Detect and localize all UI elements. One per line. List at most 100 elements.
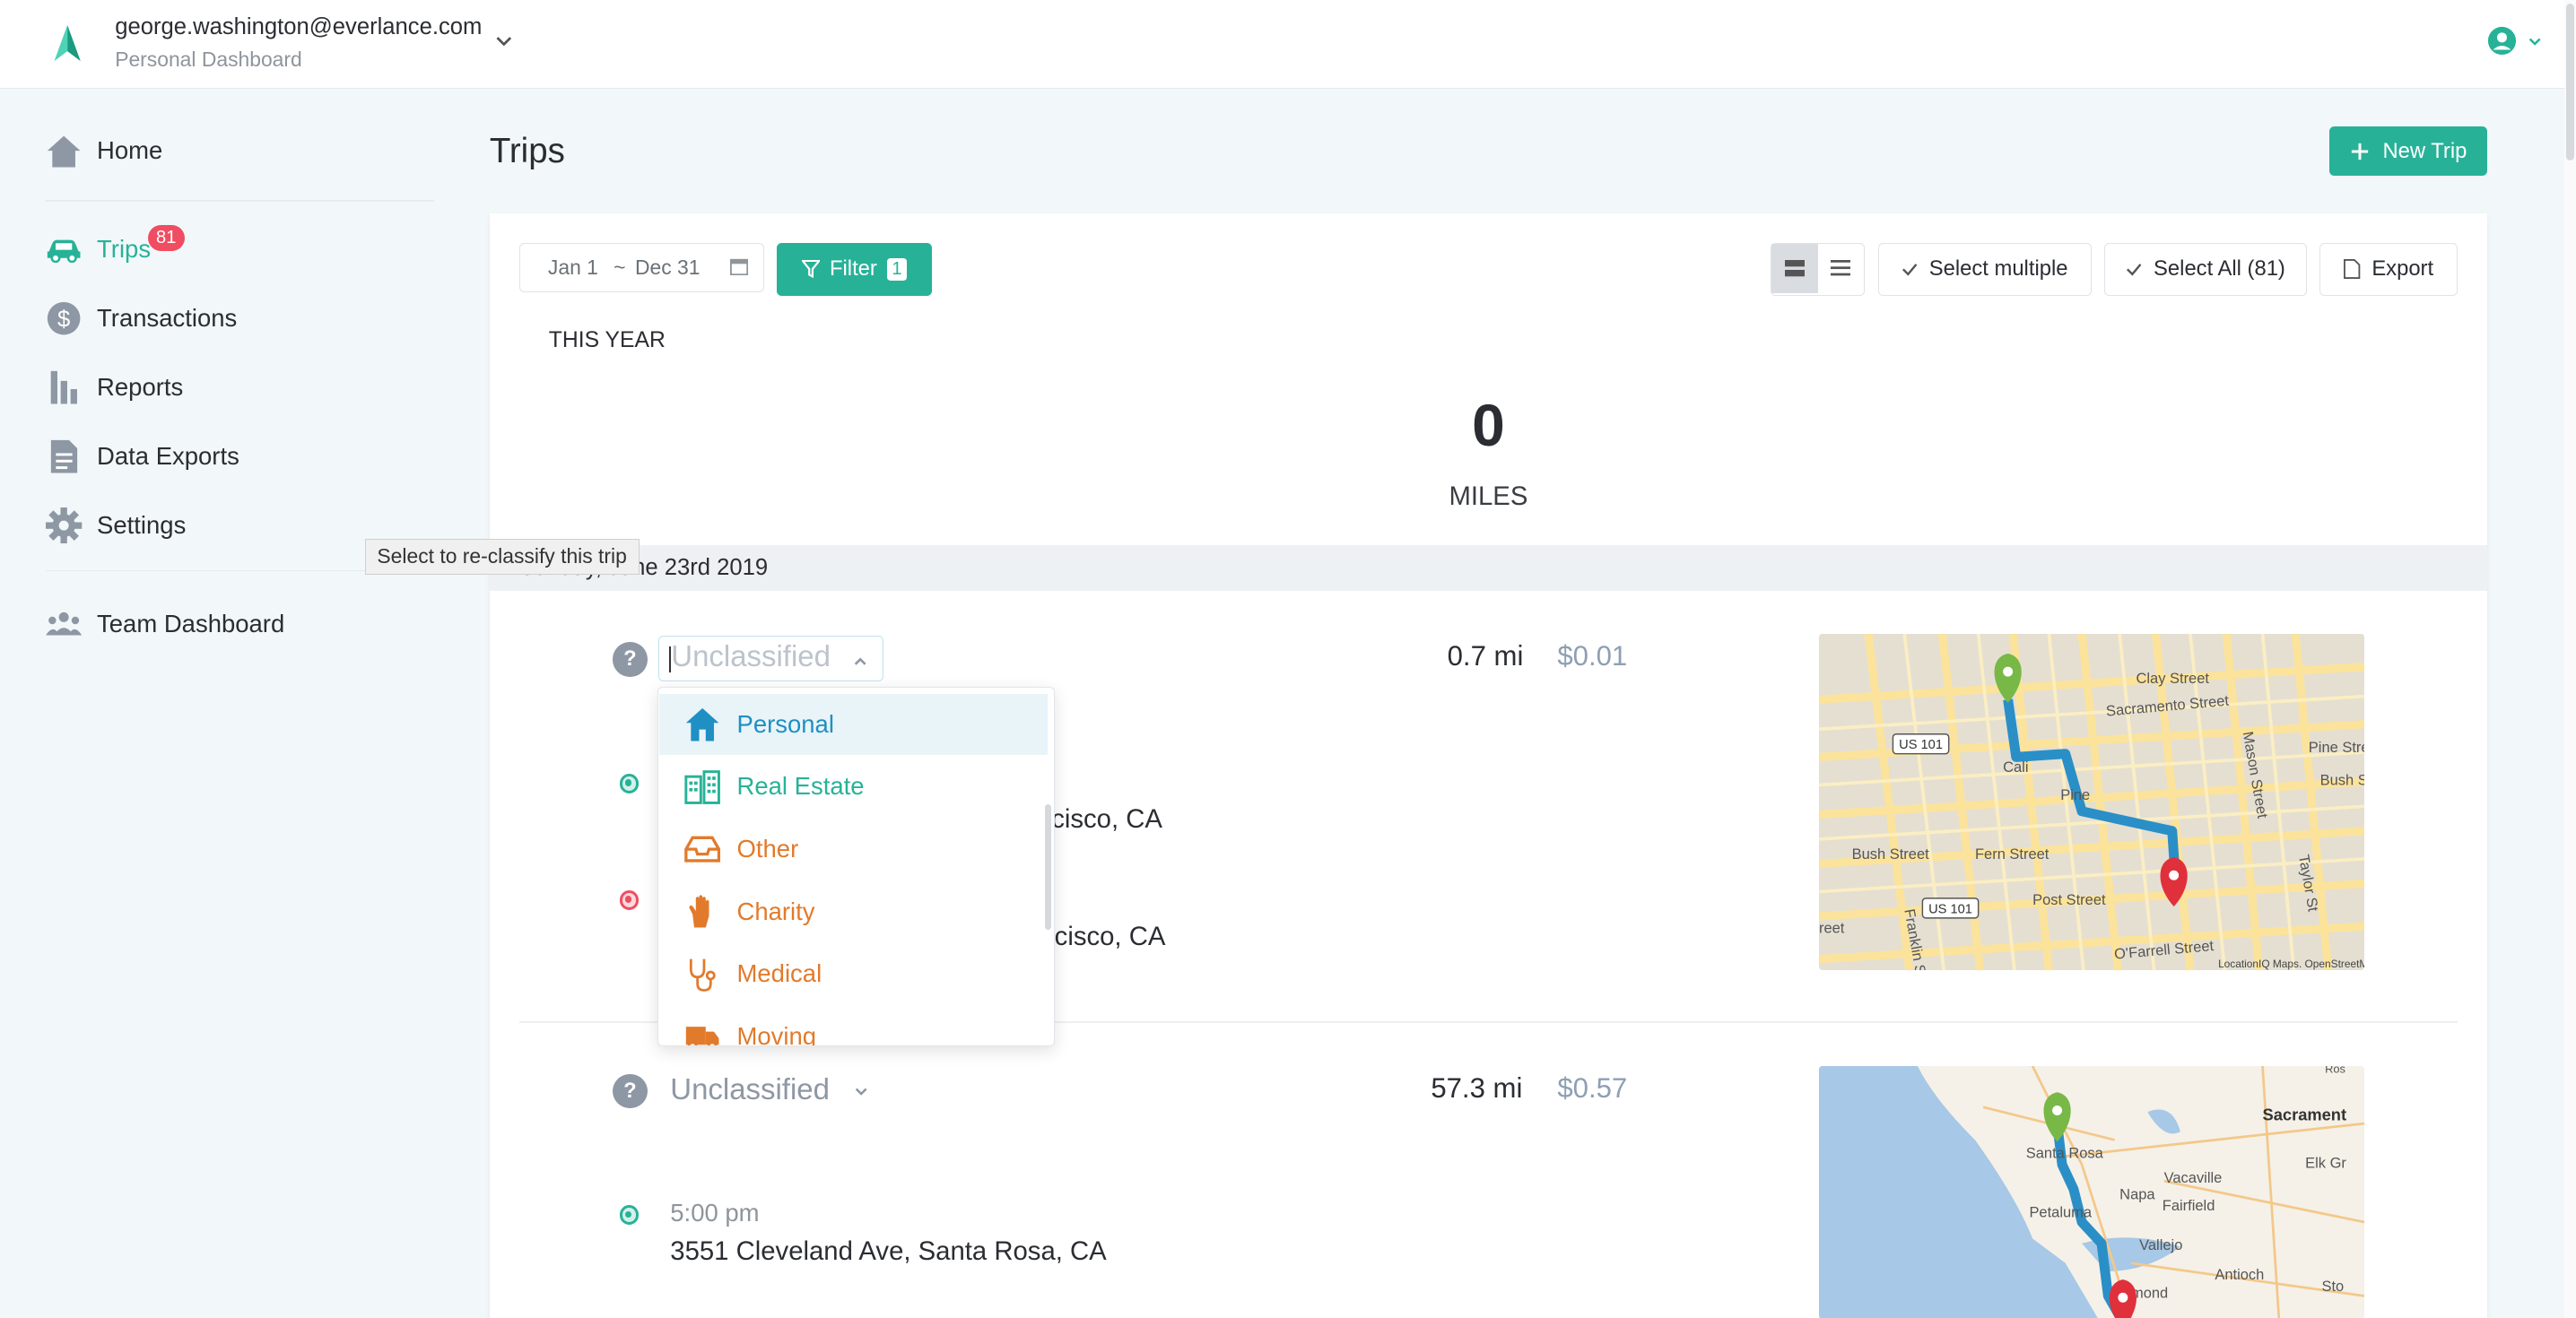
- option-other[interactable]: Other: [659, 819, 1047, 880]
- map-label: Clay Street: [2136, 671, 2209, 687]
- map-label: Vacaville: [2163, 1170, 2222, 1186]
- sidebar-item-settings[interactable]: Settings: [46, 504, 186, 547]
- option-label: Personal: [736, 709, 834, 738]
- document-icon: [46, 438, 82, 474]
- reclassify-tooltip: Select to re-classify this trip: [364, 538, 640, 576]
- chevron-up-icon: [854, 657, 866, 665]
- export-button[interactable]: Export: [2319, 243, 2459, 296]
- end-pin-icon: [2109, 1279, 2137, 1318]
- user-menu[interactable]: [2484, 24, 2549, 60]
- highway-shield: US 101: [1892, 733, 1950, 755]
- map-label: Bush Street: [1851, 846, 1928, 863]
- sidebar-item-trips[interactable]: Trips: [46, 229, 151, 272]
- select-multiple-button[interactable]: Select multiple: [1877, 243, 2092, 296]
- trip-map[interactable]: Clay Street Sacramento Street Cali Pine …: [1818, 633, 2364, 971]
- option-medical[interactable]: Medical: [659, 943, 1047, 1004]
- chevron-down-icon[interactable]: [492, 30, 516, 53]
- classification-dropdown: Personal Real Estate Other Charity Medic…: [657, 686, 1055, 1046]
- page-scrollbar[interactable]: [2564, 0, 2576, 1318]
- page-title: Trips: [489, 131, 565, 170]
- trip-start-address: cisco, CA: [1051, 804, 1162, 835]
- stethoscope-icon: [689, 958, 716, 992]
- home-icon: [46, 133, 82, 169]
- miles-label: MILES: [1449, 481, 1528, 511]
- date-range-picker[interactable]: Jan 1 ~ Dec 31: [518, 243, 764, 292]
- sidebar-item-home[interactable]: Home: [46, 130, 162, 173]
- svg-text:$: $: [57, 307, 70, 332]
- sidebar-item-label: Settings: [97, 511, 187, 540]
- trip-map[interactable]: Santa Rosa Sacrament Elk Gr Vacaville Na…: [1818, 1065, 2364, 1318]
- option-personal[interactable]: Personal: [659, 693, 1048, 755]
- question-icon[interactable]: ?: [613, 1073, 648, 1109]
- option-real-estate[interactable]: Real Estate: [659, 757, 1047, 818]
- chevron-down-icon: [855, 1088, 867, 1096]
- question-icon[interactable]: ?: [613, 642, 648, 677]
- filter-count-badge: 1: [886, 257, 907, 282]
- map-label: Fairfield: [2162, 1198, 2215, 1214]
- team-icon: [46, 606, 83, 642]
- list-view-button[interactable]: [1818, 244, 1864, 293]
- map-label: Santa Rosa: [2025, 1145, 2103, 1161]
- trip-start-time: 5:00 pm: [670, 1199, 760, 1227]
- map-label: Post Street: [2032, 892, 2106, 908]
- sidebar-item-label: Transactions: [97, 304, 238, 333]
- date-separator: ~: [614, 255, 626, 279]
- option-label: Medical: [736, 959, 822, 988]
- check-icon: [1902, 264, 1918, 276]
- classification-value: Unclassified: [670, 1072, 830, 1106]
- map-label: Pine: [2060, 787, 2090, 803]
- date-start: Jan 1: [547, 255, 598, 279]
- map-label: US 101: [1928, 902, 1972, 916]
- map-label: Vallejo: [2139, 1237, 2182, 1253]
- new-trip-label: New Trip: [2382, 138, 2467, 163]
- map-label: Cali: [2003, 759, 2028, 776]
- sidebar-item-data-exports[interactable]: Data Exports: [46, 435, 239, 478]
- trip-distance: 0.7 mi: [1447, 640, 1524, 672]
- option-label: Charity: [736, 897, 815, 925]
- bar-chart-icon: [46, 369, 82, 405]
- everlance-logo: [54, 24, 81, 61]
- select-all-button[interactable]: Select All (81): [2104, 243, 2307, 296]
- map-label: US 101: [1899, 738, 1943, 752]
- sidebar-item-label: Data Exports: [97, 442, 239, 471]
- inbox-tray-icon: [684, 836, 721, 863]
- option-charity[interactable]: Charity: [659, 881, 1047, 942]
- map-label: Sacrament: [2262, 1105, 2346, 1123]
- trip-distance: 57.3 mi: [1431, 1072, 1523, 1105]
- period-label: THIS YEAR: [548, 328, 666, 353]
- new-trip-button[interactable]: New Trip: [2329, 126, 2488, 176]
- highway-shield: US 101: [1921, 897, 1979, 919]
- option-label: Other: [736, 834, 799, 863]
- option-moving[interactable]: Moving: [659, 1006, 1047, 1045]
- map-label: Bush S: [2319, 772, 2363, 788]
- miles-total: 0: [1472, 391, 1505, 458]
- view-toggle[interactable]: [1771, 243, 1865, 296]
- sidebar-divider: [46, 200, 434, 203]
- classification-select[interactable]: Unclassified: [658, 635, 884, 682]
- card-view-button[interactable]: [1771, 244, 1818, 293]
- trip-route-map: Clay Street Sacramento Street Cali Pine …: [1818, 633, 2364, 971]
- account-email: george.washington@everlance.com: [115, 14, 483, 40]
- buildings-icon: [684, 770, 720, 805]
- hand-icon: [689, 895, 709, 928]
- filter-label: Filter: [829, 256, 877, 282]
- list-view-icon: [1831, 260, 1851, 276]
- sidebar-item-transactions[interactable]: $ Transactions: [46, 298, 237, 341]
- sidebar-item-team-dashboard[interactable]: Team Dashboard: [46, 603, 284, 646]
- chevron-down-icon[interactable]: [2527, 34, 2543, 50]
- map-label: Ros: [2325, 1066, 2345, 1075]
- option-label: Real Estate: [736, 772, 865, 801]
- day-header-bar: [489, 545, 2488, 592]
- date-end: Dec 31: [634, 255, 701, 279]
- truck-icon: [685, 1026, 719, 1045]
- map-label: Sto: [2321, 1279, 2344, 1295]
- filter-button[interactable]: Filter 1: [777, 243, 932, 296]
- account-subtitle: Personal Dashboard: [115, 48, 302, 72]
- map-label: Pine Stre: [2308, 740, 2363, 756]
- map-label: Elk Gr: [2305, 1155, 2346, 1171]
- map-label: mond: [2131, 1285, 2168, 1301]
- dropdown-scrollbar[interactable]: [1044, 804, 1052, 930]
- trip-end-address: ncisco, CA: [1040, 921, 1166, 951]
- sidebar-item-reports[interactable]: Reports: [46, 366, 183, 409]
- trips-count-badge: 81: [147, 224, 185, 252]
